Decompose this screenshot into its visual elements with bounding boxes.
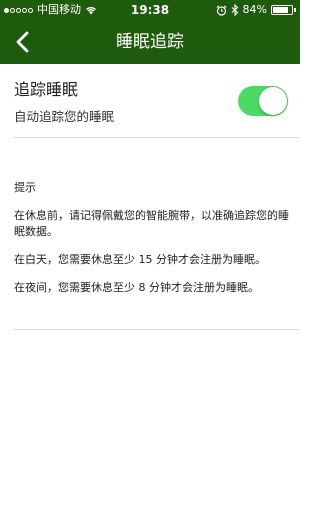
divider (14, 137, 300, 138)
toggle-knob (259, 87, 287, 115)
divider (14, 329, 300, 330)
battery-tip (294, 8, 296, 12)
alarm-icon (216, 5, 226, 16)
track-sleep-subtitle: 自动追踪您的睡眠 (14, 109, 115, 124)
battery-icon (271, 5, 293, 15)
tip-item: 在白天，您需要休息至少 15 分钟才会注册为睡眠。 (14, 253, 266, 266)
page-title: 睡眠追踪 (116, 32, 184, 52)
battery-percent: 84% (242, 3, 267, 16)
track-sleep-row: 追踪睡眠 自动追踪您的睡眠 (0, 64, 300, 138)
tips-title: 提示 (14, 181, 36, 194)
track-sleep-title: 追踪睡眠 (14, 80, 79, 99)
tip-item: 在休息前，请记得佩戴您的智能腕带，以准确追踪您的睡眠数据。 (14, 209, 289, 238)
tips-section: 提示 在休息前，请记得佩戴您的智能腕带，以准确追踪您的睡眠数据。 在白天，您需要… (14, 180, 290, 308)
status-right: 84% (216, 0, 296, 20)
track-sleep-toggle[interactable] (238, 86, 288, 116)
tip-item: 在夜间，您需要休息至少 8 分钟才会注册为睡眠。 (14, 281, 259, 294)
battery-fill (273, 7, 288, 13)
bluetooth-icon (231, 4, 238, 16)
nav-bar: 睡眠追踪 (0, 20, 300, 64)
status-bar: 中国移动 19:38 84% (0, 0, 300, 20)
